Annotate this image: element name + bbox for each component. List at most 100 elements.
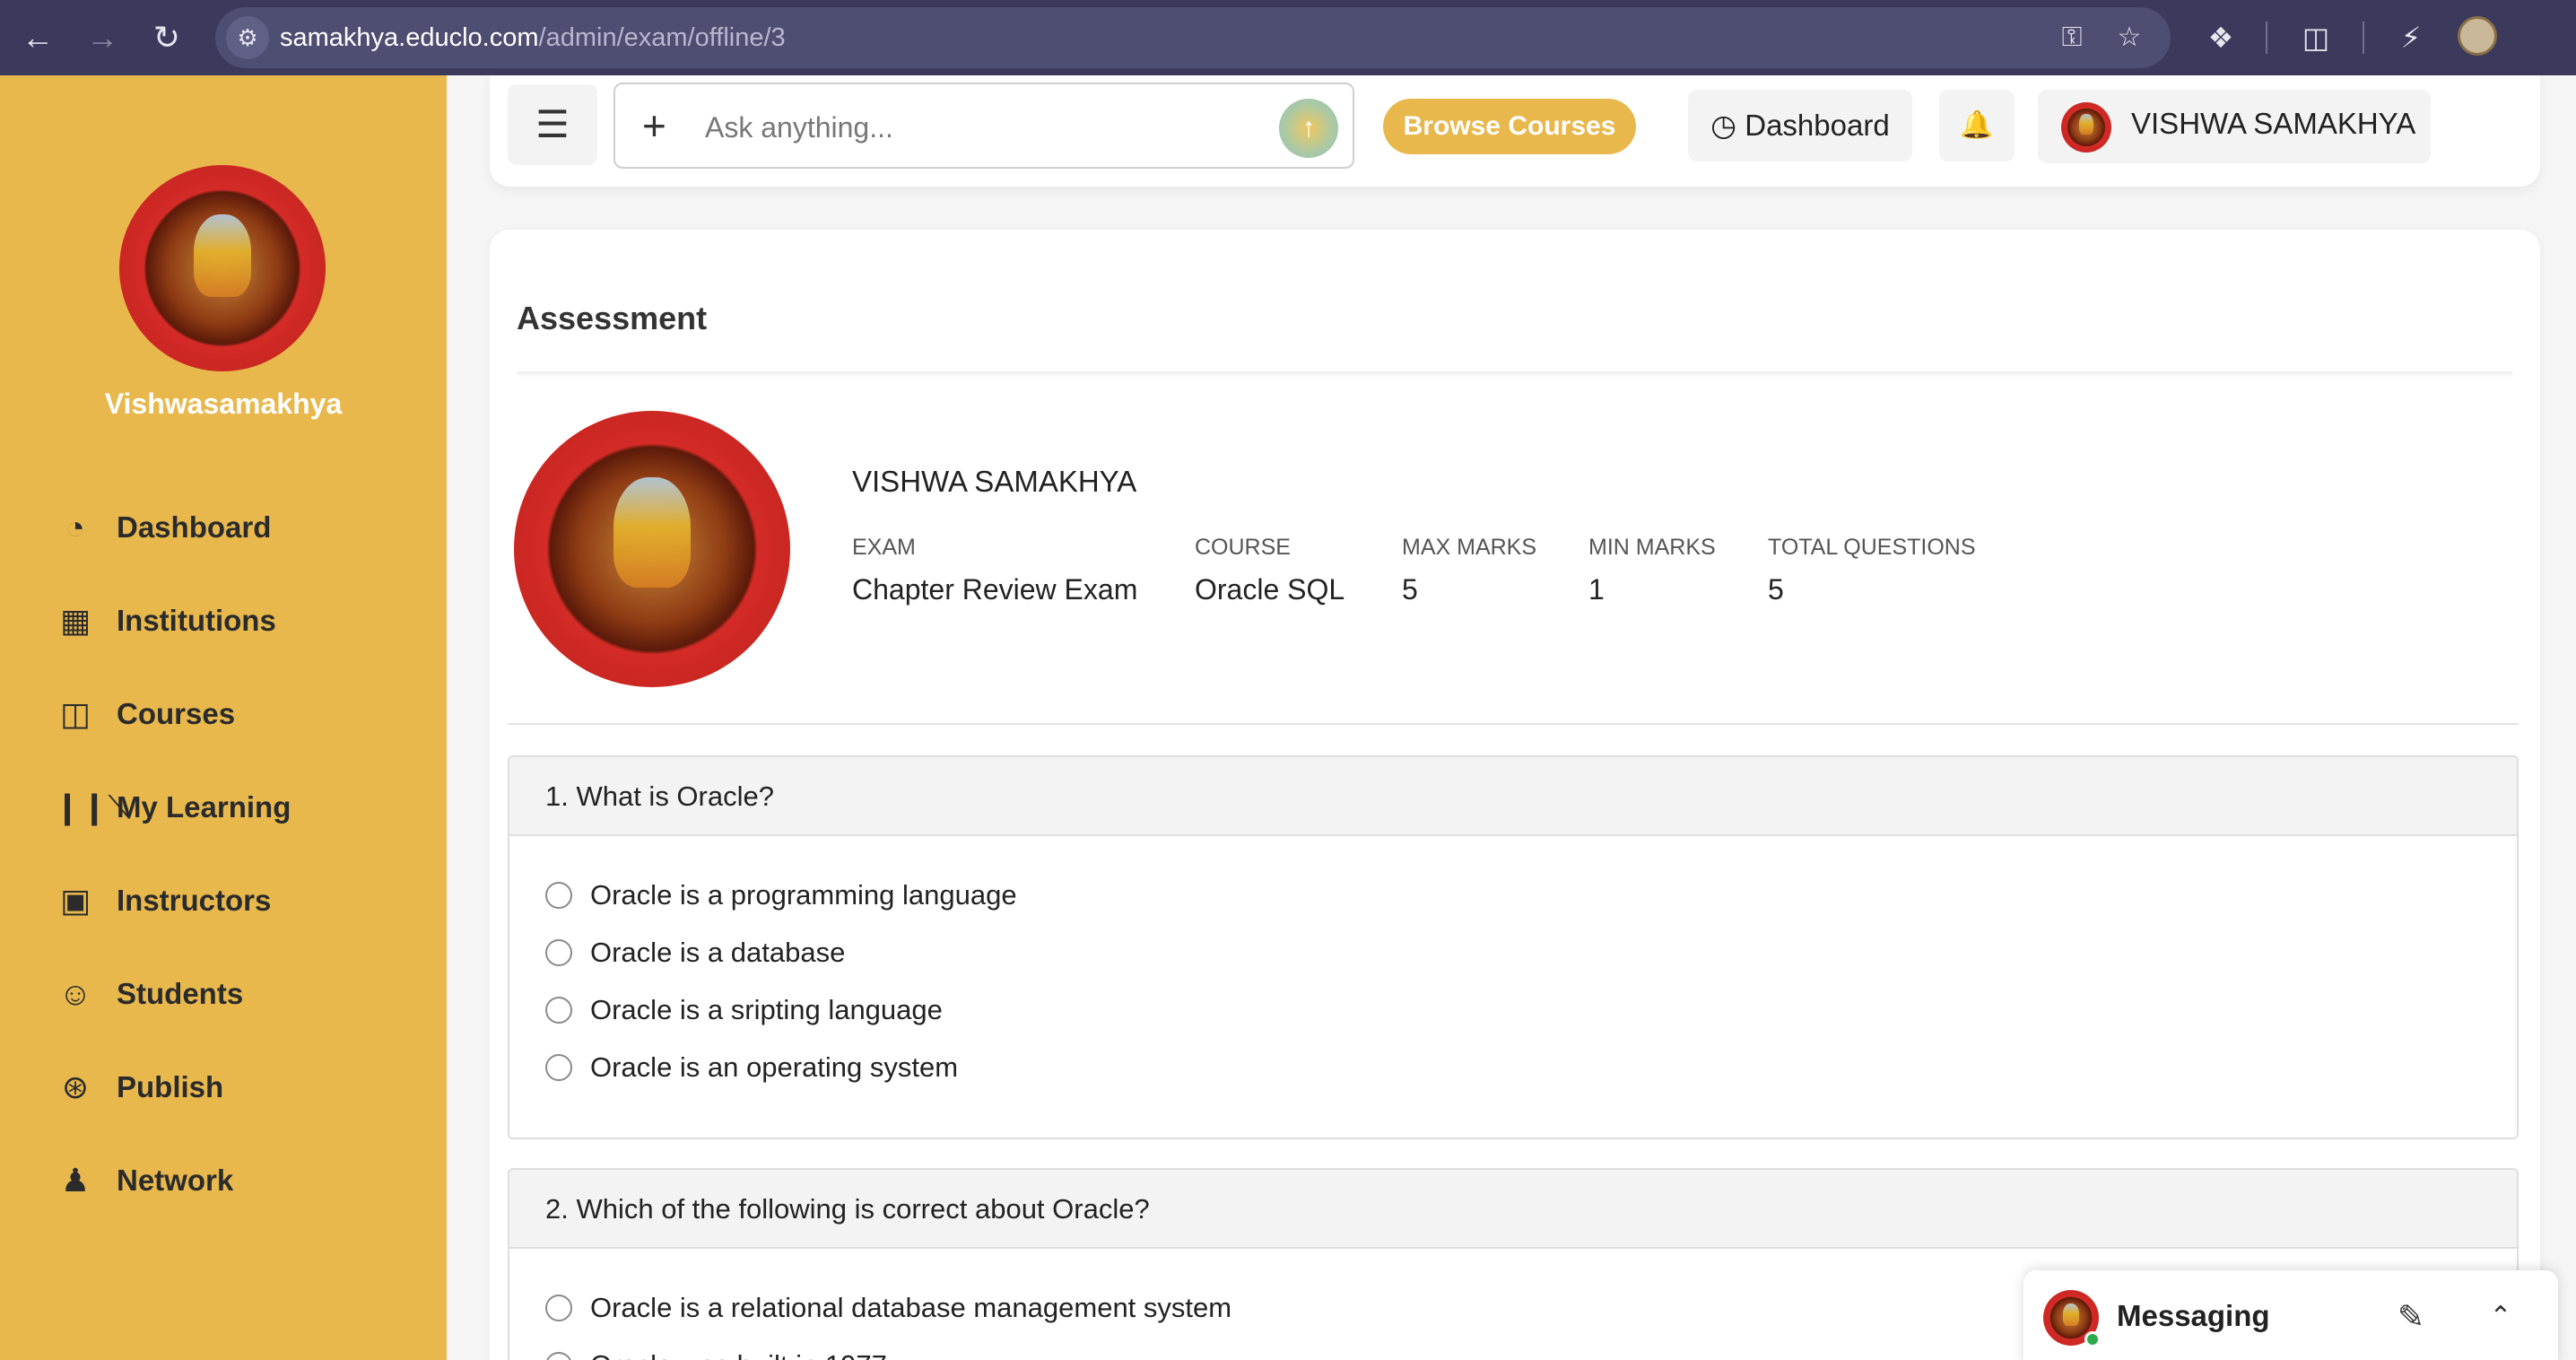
radio-button[interactable] <box>545 1295 572 1321</box>
users-icon: ☺ <box>58 975 92 1012</box>
institution-logo <box>514 411 790 687</box>
meta-min-marks: MIN MARKS 1 <box>1588 535 1716 606</box>
sidebar-item-network[interactable]: ♟ Network <box>54 1154 431 1207</box>
option-label: Oracle is a relational database manageme… <box>590 1292 1232 1323</box>
meta-label: TOTAL QUESTIONS <box>1768 535 1976 560</box>
broadcast-icon: ⊛ <box>61 1068 90 1105</box>
question-card: 1. What is Oracle? Oracle is a programmi… <box>508 755 2519 1139</box>
star-icon[interactable]: ☆ <box>2110 18 2149 57</box>
user-name: VISHWA SAMAKHYA <box>2131 107 2416 140</box>
radio-button[interactable] <box>545 997 572 1024</box>
ask-box: + ↑ <box>614 83 1354 169</box>
toolbar-divider <box>2363 22 2364 54</box>
compose-icon[interactable]: ✎ <box>2386 1292 2436 1342</box>
key-icon[interactable]: ⚿ <box>2052 18 2092 57</box>
meta-total-questions: TOTAL QUESTIONS 5 <box>1768 535 1976 606</box>
answer-option[interactable]: Oracle is a database <box>545 937 845 969</box>
question-title: 2. Which of the following is correct abo… <box>509 1170 2517 1249</box>
sidebar-item-publish[interactable]: ⊛ Publish <box>54 1060 431 1114</box>
performance-icon[interactable]: ⚡ <box>2388 14 2434 61</box>
meta-exam: EXAM Chapter Review Exam <box>852 535 1137 606</box>
site-settings-icon[interactable]: ⚙ <box>226 16 269 59</box>
answer-option[interactable]: Oracle is a programming language <box>545 879 1017 911</box>
option-label: Oracle is an operating system <box>590 1051 959 1083</box>
meta-label: EXAM <box>852 535 916 560</box>
brand-logo[interactable] <box>119 165 326 371</box>
menu-toggle-icon[interactable]: ☰ <box>508 84 597 165</box>
option-label: Oracle is a database <box>590 937 846 968</box>
sidebar-item-my-learning[interactable]: ❙❙⟍ My Learning <box>54 780 431 834</box>
institution-name: VISHWA SAMAKHYA <box>852 465 1137 498</box>
brand-name: Vishwasamakhya <box>104 388 343 420</box>
user-plus-icon: ♟ <box>60 1162 91 1199</box>
answer-option[interactable]: Oracle was built in 1977 <box>545 1349 887 1360</box>
messaging-title: Messaging <box>2117 1299 2270 1332</box>
sidebar-item-label: Network <box>117 1164 234 1197</box>
page-title: Assessment <box>517 300 708 336</box>
sidebar-item-dashboard[interactable]: ◔ Dashboard <box>54 501 431 554</box>
avatar <box>2061 102 2111 153</box>
sidebar-item-label: Instructors <box>117 884 272 917</box>
sidebar-item-label: Institutions <box>117 604 276 637</box>
clock-icon: ◷ <box>1710 109 1737 142</box>
meta-course: COURSE Oracle SQL <box>1195 535 1345 606</box>
meta-value: 5 <box>1402 573 1418 606</box>
dashboard-button-label: Dashboard <box>1745 109 1890 142</box>
bell-icon[interactable]: 🔔 <box>1939 90 2015 161</box>
ask-input[interactable] <box>705 102 1243 153</box>
browser-toolbar: ← → ↻ ⚙ samakhya.educlo.com/admin/exam/o… <box>0 0 2576 75</box>
toolbar-divider <box>2266 22 2267 54</box>
meta-value: Oracle SQL <box>1195 573 1345 606</box>
meta-value: 1 <box>1588 573 1605 606</box>
online-status-dot <box>2084 1331 2101 1347</box>
dashboard-button[interactable]: ◷ Dashboard <box>1688 90 1912 161</box>
reload-icon[interactable]: ↻ <box>145 16 188 59</box>
meta-value: Chapter Review Exam <box>852 573 1138 606</box>
forward-icon[interactable]: → <box>81 16 124 59</box>
option-label: Oracle is a programming language <box>590 879 1017 911</box>
option-label: Oracle is a sripting language <box>590 994 943 1025</box>
chevron-up-icon[interactable]: ⌃ <box>2476 1292 2526 1342</box>
plus-icon[interactable]: + <box>642 100 666 151</box>
meta-max-marks: MAX MARKS 5 <box>1402 535 1536 606</box>
extensions-icon[interactable]: ❖ <box>2197 14 2244 61</box>
answer-option[interactable]: Oracle is a sripting language <box>545 994 943 1026</box>
radio-button[interactable] <box>545 1352 572 1360</box>
radio-button[interactable] <box>545 1054 572 1081</box>
radio-button[interactable] <box>545 939 572 966</box>
question-title: 1. What is Oracle? <box>509 757 2517 836</box>
sidebar-item-label: Publish <box>117 1070 224 1103</box>
building-icon: ▦ <box>59 602 91 639</box>
address-bar[interactable]: ⚙ samakhya.educlo.com/admin/exam/offline… <box>215 7 2171 68</box>
profile-avatar[interactable] <box>2458 16 2497 56</box>
sidebar-item-label: My Learning <box>117 790 292 824</box>
send-arrow-icon[interactable]: ↑ <box>1279 99 1338 158</box>
title-divider <box>517 371 2513 377</box>
answer-option[interactable]: Oracle is an operating system <box>545 1051 958 1084</box>
sidebar-item-label: Dashboard <box>117 510 272 544</box>
gauge-icon: ◔ <box>65 509 85 545</box>
option-label: Oracle was built in 1977 <box>590 1349 887 1360</box>
user-menu-button[interactable]: VISHWA SAMAKHYA <box>2038 90 2431 163</box>
messaging-widget[interactable]: Messaging ✎ ⌃ <box>2023 1270 2558 1360</box>
presentation-icon: ▣ <box>59 882 91 919</box>
sidebar-item-label: Courses <box>117 697 236 730</box>
sidebar-item-students[interactable]: ☺ Students <box>54 967 431 1021</box>
browse-courses-button[interactable]: Browse Courses <box>1383 99 1636 154</box>
section-divider <box>508 723 2519 725</box>
reading-mode-icon[interactable]: ◫ <box>2293 14 2339 61</box>
library-icon: ❙❙⟍ <box>54 788 131 825</box>
url-text[interactable]: samakhya.educlo.com/admin/exam/offline/3 <box>280 7 786 68</box>
answer-option[interactable]: Oracle is a relational database manageme… <box>545 1292 1231 1324</box>
radio-button[interactable] <box>545 882 572 909</box>
sidebar-item-courses[interactable]: ◫ Courses <box>54 687 431 741</box>
book-icon: ◫ <box>59 695 91 732</box>
meta-value: 5 <box>1768 573 1784 606</box>
meta-label: COURSE <box>1195 535 1291 560</box>
sidebar-item-institutions[interactable]: ▦ Institutions <box>54 594 431 648</box>
sidebar-item-label: Students <box>117 977 244 1010</box>
meta-label: MIN MARKS <box>1588 535 1716 560</box>
back-icon[interactable]: ← <box>16 16 59 59</box>
meta-label: MAX MARKS <box>1402 535 1537 560</box>
sidebar-item-instructors[interactable]: ▣ Instructors <box>54 874 431 928</box>
